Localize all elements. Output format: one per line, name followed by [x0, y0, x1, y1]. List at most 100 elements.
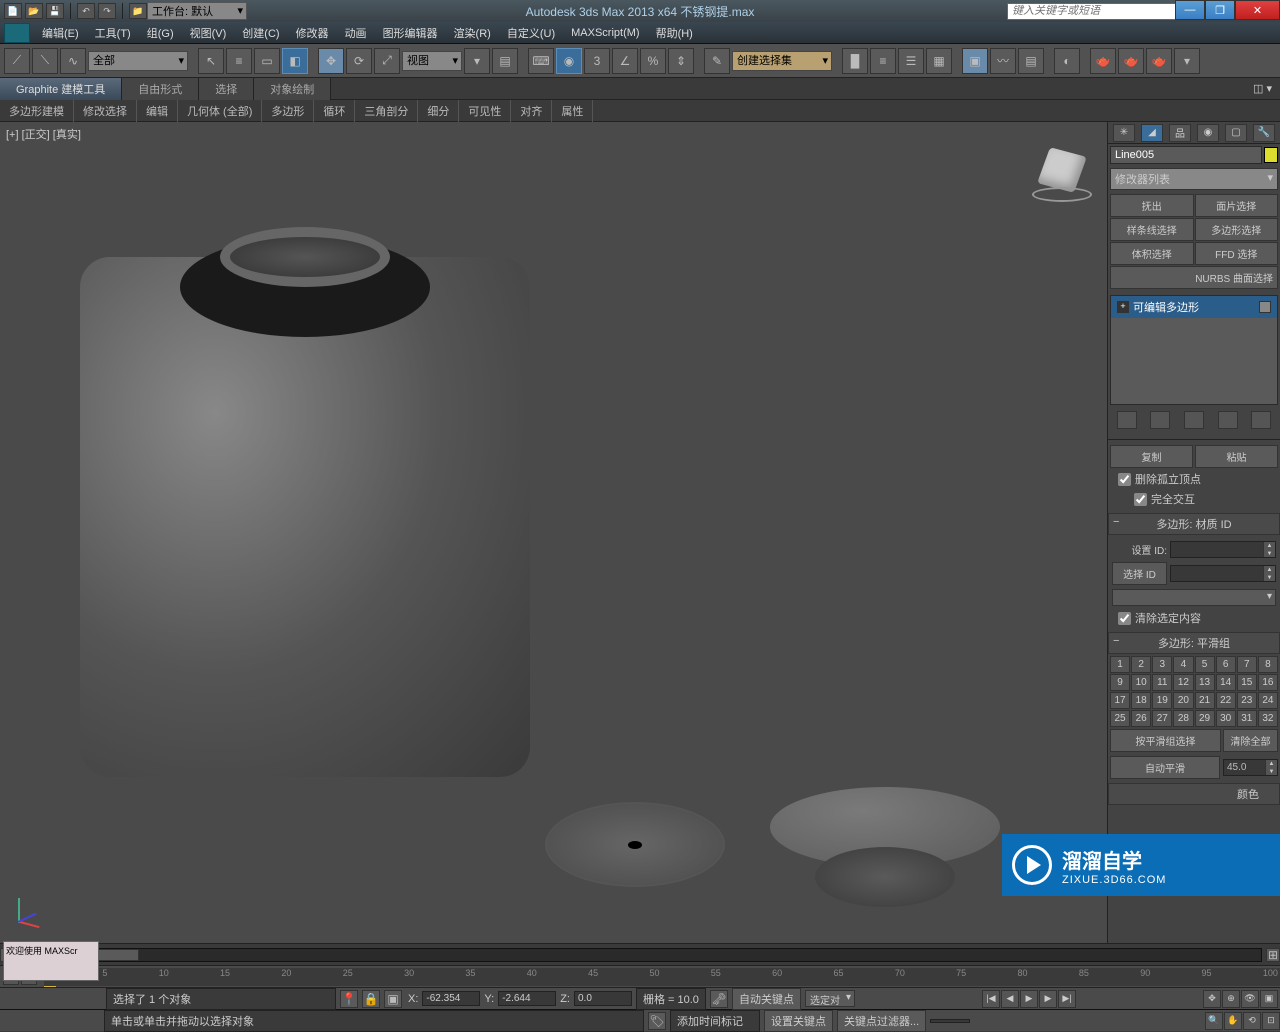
- y-input[interactable]: [498, 991, 556, 1006]
- sg-11[interactable]: 11: [1152, 674, 1172, 691]
- ribbon-toggle-icon[interactable]: ▣: [962, 48, 988, 74]
- new-icon[interactable]: 📄: [4, 3, 22, 19]
- ribbon-collapse-icon[interactable]: ◫ ▾: [1245, 79, 1280, 98]
- search-input[interactable]: [1007, 3, 1177, 20]
- undo-icon[interactable]: ↶: [77, 3, 95, 19]
- utilities-tab-icon[interactable]: 🔧: [1253, 124, 1275, 142]
- sel-ffd[interactable]: FFD 选择: [1195, 242, 1279, 265]
- curve-editor-icon[interactable]: 〰: [990, 48, 1016, 74]
- del-iso-check[interactable]: [1118, 473, 1131, 486]
- hierarchy-tab-icon[interactable]: 品: [1169, 124, 1191, 142]
- sg-30[interactable]: 30: [1216, 710, 1236, 727]
- viewport-nav3-icon[interactable]: 👁: [1241, 990, 1259, 1008]
- mod-toggle-icon[interactable]: [1259, 301, 1271, 313]
- sg-5[interactable]: 5: [1195, 656, 1215, 673]
- z-input[interactable]: [574, 991, 632, 1006]
- material-editor-icon[interactable]: ◐: [1054, 48, 1080, 74]
- remove-mod-icon[interactable]: [1218, 411, 1238, 429]
- sel-filter[interactable]: 全部: [88, 51, 188, 71]
- sg-22[interactable]: 22: [1216, 692, 1236, 709]
- sel-poly[interactable]: 多边形选择: [1195, 218, 1279, 241]
- sg-32[interactable]: 32: [1258, 710, 1278, 727]
- menu-tools[interactable]: 工具(T): [87, 23, 139, 43]
- menu-custom[interactable]: 自定义(U): [499, 23, 563, 43]
- sg-7[interactable]: 7: [1237, 656, 1257, 673]
- viewport-nav2-icon[interactable]: ⊕: [1222, 990, 1240, 1008]
- paste-btn[interactable]: 粘贴: [1195, 445, 1278, 468]
- sel-spline[interactable]: 样条线选择: [1110, 218, 1194, 241]
- unique-icon[interactable]: [1184, 411, 1204, 429]
- vn2-icon[interactable]: ✋: [1224, 1012, 1242, 1030]
- sel-lock-icon[interactable]: 🔒: [362, 990, 380, 1008]
- ribbon-tab-freeform[interactable]: 自由形式: [122, 78, 199, 100]
- expand-icon[interactable]: +: [1117, 301, 1129, 313]
- rotate-icon[interactable]: ⟳: [346, 48, 372, 74]
- ribbon-tab-select[interactable]: 选择: [199, 78, 254, 100]
- display-tab-icon[interactable]: ▢: [1225, 124, 1247, 142]
- sg-27[interactable]: 27: [1152, 710, 1172, 727]
- link-icon[interactable]: ⟋: [4, 48, 30, 74]
- set-id-spinner[interactable]: ▲▼: [1170, 541, 1276, 558]
- prev-frame-icon[interactable]: ◀: [1001, 990, 1019, 1008]
- menu-modifier[interactable]: 修改器: [288, 23, 337, 43]
- manip-icon[interactable]: ▤: [492, 48, 518, 74]
- time-tag-icon[interactable]: 🏷: [648, 1012, 666, 1030]
- sg-21[interactable]: 21: [1195, 692, 1215, 709]
- sg-26[interactable]: 26: [1131, 710, 1151, 727]
- viewport[interactable]: [+] [正交] [真实]: [0, 122, 1108, 943]
- set-key-btn[interactable]: 设置关键点: [764, 1010, 833, 1032]
- auto-smooth-btn[interactable]: 自动平滑: [1110, 756, 1220, 779]
- named-sel-set[interactable]: 创建选择集: [732, 51, 832, 71]
- time-slider[interactable]: 0 / 100: [18, 948, 1262, 962]
- sg-20[interactable]: 20: [1173, 692, 1193, 709]
- select-window-icon[interactable]: ◧: [282, 48, 308, 74]
- sg-23[interactable]: 23: [1237, 692, 1257, 709]
- modifier-list-dropdown[interactable]: 修改器列表: [1110, 168, 1278, 190]
- create-tab-icon[interactable]: ✳: [1113, 124, 1135, 142]
- unlink-icon[interactable]: ⟍: [32, 48, 58, 74]
- redo-icon[interactable]: ↷: [98, 3, 116, 19]
- project-icon[interactable]: 📁: [129, 3, 147, 19]
- sg-14[interactable]: 14: [1216, 674, 1236, 691]
- keyboard-icon[interactable]: ⌨: [528, 48, 554, 74]
- viewcube[interactable]: [1032, 147, 1092, 207]
- render-icon[interactable]: 🫖: [1146, 48, 1172, 74]
- modifier-stack[interactable]: + 可编辑多边形: [1110, 295, 1278, 405]
- sg-9[interactable]: 9: [1110, 674, 1130, 691]
- snap-3-icon[interactable]: 3: [584, 48, 610, 74]
- poly-id-rollout[interactable]: −多边形: 材质 ID: [1108, 513, 1280, 535]
- spinner-snap-icon[interactable]: ⇕: [668, 48, 694, 74]
- maxscript-listener[interactable]: 欢迎使用 MAXScr: [3, 941, 99, 981]
- sel-id-btn[interactable]: 选择 ID: [1112, 562, 1167, 585]
- sub-tri[interactable]: 三角剖分: [355, 100, 418, 122]
- sg-31[interactable]: 31: [1237, 710, 1257, 727]
- select-rect-icon[interactable]: ▭: [254, 48, 280, 74]
- sg-15[interactable]: 15: [1237, 674, 1257, 691]
- app-logo[interactable]: [4, 23, 30, 43]
- motion-tab-icon[interactable]: ◉: [1197, 124, 1219, 142]
- time-expand-icon[interactable]: ⊞: [1266, 948, 1280, 962]
- sub-polymodel[interactable]: 多边形建模: [0, 100, 74, 122]
- object-name-input[interactable]: [1110, 146, 1262, 164]
- vn4-icon[interactable]: ⊡: [1262, 1012, 1280, 1030]
- menu-anim[interactable]: 动画: [337, 23, 375, 43]
- sub-subdiv[interactable]: 细分: [418, 100, 459, 122]
- mirror-icon[interactable]: ▐▌: [842, 48, 868, 74]
- key-filter-btn[interactable]: 关键点过滤器...: [837, 1010, 926, 1032]
- ref-coord[interactable]: 视图: [402, 51, 462, 71]
- clear-sel-check[interactable]: [1118, 612, 1131, 625]
- ribbon-tab-graphite[interactable]: Graphite 建模工具: [0, 78, 122, 100]
- viewport-nav1-icon[interactable]: ✥: [1203, 990, 1221, 1008]
- sub-loop[interactable]: 循环: [314, 100, 355, 122]
- isolate-icon[interactable]: ▣: [384, 990, 402, 1008]
- mat-combo[interactable]: [1112, 589, 1276, 606]
- layers-icon[interactable]: ☰: [898, 48, 924, 74]
- add-time-tag[interactable]: 添加时间标记: [670, 1010, 760, 1032]
- sg-18[interactable]: 18: [1131, 692, 1151, 709]
- auto-smooth-spinner[interactable]: ▲▼: [1223, 759, 1278, 776]
- track-ruler[interactable]: 0510152025303540455055606570758085909510…: [44, 968, 1280, 986]
- menu-edit[interactable]: 编辑(E): [34, 23, 87, 43]
- sel-volume[interactable]: 体积选择: [1110, 242, 1194, 265]
- key-mode-icon[interactable]: 🗝: [710, 990, 728, 1008]
- sel-id-spinner[interactable]: ▲▼: [1170, 565, 1276, 582]
